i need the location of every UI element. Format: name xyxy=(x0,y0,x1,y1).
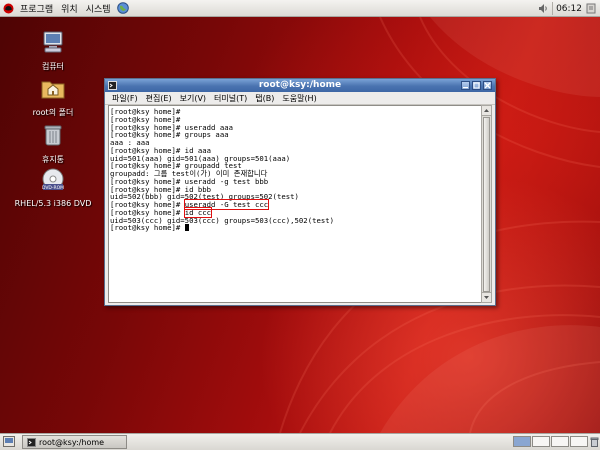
minimize-icon xyxy=(463,87,468,89)
scroll-up-button[interactable] xyxy=(482,106,491,116)
terminal-line: [root@ksy home]# groups aaa xyxy=(110,130,229,140)
workspace-switcher xyxy=(512,436,588,447)
scroll-down-button[interactable] xyxy=(482,292,491,302)
notification-icon[interactable] xyxy=(586,3,596,14)
window-titlebar[interactable]: root@ksy:/home xyxy=(105,79,495,92)
workspace-3[interactable] xyxy=(551,436,569,447)
globe-icon[interactable] xyxy=(116,2,129,14)
menu-system[interactable]: 시스템 xyxy=(82,0,115,17)
terminal-window[interactable]: root@ksy:/home 파일(F) 편집(E) 보기(V) 터미널(T) … xyxy=(104,78,496,306)
menu-applications[interactable]: 프로그램 xyxy=(16,0,57,17)
desktop-icon-label: RHEL/5.3 i386 DVD xyxy=(14,199,92,208)
minimize-button[interactable] xyxy=(461,81,470,90)
dvd-icon: DVD-ROM xyxy=(42,168,64,191)
menu-edit[interactable]: 편집(E) xyxy=(142,93,176,104)
desktop-icon-label: root의 폴더 xyxy=(32,108,74,117)
clock[interactable]: 06:12 xyxy=(556,4,582,14)
terminal-menubar: 파일(F) 편집(E) 보기(V) 터미널(T) 탭(B) 도움말(H) xyxy=(105,92,495,105)
terminal-line: [root@ksy home]# xyxy=(110,224,481,232)
speaker-icon[interactable] xyxy=(538,3,549,14)
desktop-icon-dvd[interactable]: DVD-ROM RHEL/5.3 i386 DVD xyxy=(8,167,98,208)
window-title: root@ksy:/home xyxy=(258,80,342,90)
maximize-icon xyxy=(473,82,480,89)
workspace-4[interactable] xyxy=(570,436,588,447)
bottom-panel: root@ksy:/home xyxy=(0,433,600,450)
workspace-1[interactable] xyxy=(513,436,531,447)
close-icon xyxy=(484,82,491,89)
taskbar-window-label: root@ksy:/home xyxy=(39,437,105,447)
trash-icon xyxy=(44,125,62,146)
terminal-scrollbar[interactable] xyxy=(481,105,492,303)
menu-terminal[interactable]: 터미널(T) xyxy=(210,93,251,104)
desktop-icon-trash[interactable]: 휴지통 xyxy=(8,122,98,165)
menu-help[interactable]: 도움말(H) xyxy=(278,93,320,104)
desktop-icon-home-folder[interactable]: root의 폴더 xyxy=(8,75,98,118)
close-button[interactable] xyxy=(483,81,492,90)
home-folder-icon xyxy=(41,81,65,99)
desktop-icon-computer[interactable]: 컴퓨터 xyxy=(8,29,98,72)
desktop-background: 컴퓨터 root의 폴더 휴지통 DVD-ROM RHEL/5.3 i386 D… xyxy=(0,17,600,433)
terminal-icon xyxy=(27,437,36,447)
terminal-output[interactable]: [root@ksy home]# [root@ksy home]# [root@… xyxy=(108,105,483,303)
top-panel-tray: 06:12 xyxy=(538,0,600,17)
prompt: [root@ksy home]# xyxy=(110,223,185,233)
menu-view[interactable]: 보기(V) xyxy=(176,93,210,104)
scrollbar-thumb[interactable] xyxy=(483,117,490,292)
taskbar-window-button[interactable]: root@ksy:/home xyxy=(22,435,127,449)
workspace-2[interactable] xyxy=(532,436,550,447)
maximize-button[interactable] xyxy=(472,81,481,90)
arrow-down-icon xyxy=(484,296,489,299)
trash-applet-icon[interactable] xyxy=(590,437,599,447)
show-desktop-icon[interactable] xyxy=(3,436,15,447)
menu-file[interactable]: 파일(F) xyxy=(108,93,142,104)
menu-tabs[interactable]: 탭(B) xyxy=(251,93,278,104)
computer-icon xyxy=(43,31,63,53)
panel-separator xyxy=(552,2,554,15)
menu-places[interactable]: 위치 xyxy=(57,0,82,17)
dvd-disc-label: DVD-ROM xyxy=(42,185,64,191)
redhat-icon[interactable] xyxy=(3,3,14,14)
text-cursor xyxy=(184,224,189,232)
arrow-up-icon xyxy=(484,109,489,112)
top-panel: 프로그램 위치 시스템 06:12 xyxy=(0,0,600,17)
desktop-icon-label: 컴퓨터 xyxy=(41,62,65,71)
desktop-icon-label: 휴지통 xyxy=(41,155,65,164)
